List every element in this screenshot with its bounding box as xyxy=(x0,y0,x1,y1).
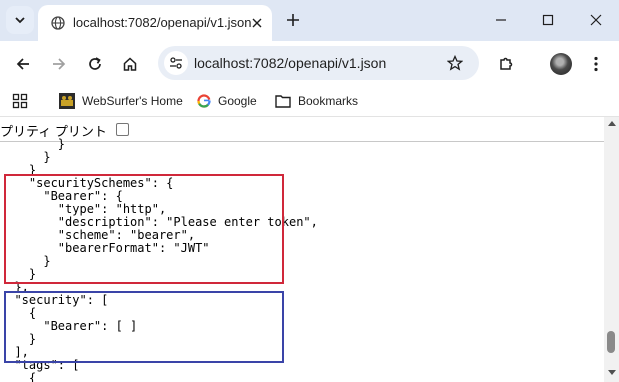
bookmark-google[interactable]: Google xyxy=(197,92,257,110)
chevron-down-icon xyxy=(15,17,25,24)
websurfer-favicon xyxy=(59,93,75,109)
profile-avatar[interactable] xyxy=(550,53,572,75)
bookmarks-bar: WebSurfer's Home Google Bookmarks xyxy=(0,86,619,117)
maximize-icon xyxy=(542,14,554,26)
forward-button[interactable] xyxy=(45,50,73,78)
scroll-down-arrow-icon[interactable] xyxy=(608,370,616,375)
minimize-icon xyxy=(496,19,506,21)
page-content: プリティ プリント } } } "securitySchemes": { "Be… xyxy=(0,117,604,382)
bookmark-label: Bookmarks xyxy=(298,94,359,108)
window-close-button[interactable] xyxy=(585,9,607,31)
bookmark-star-button[interactable] xyxy=(444,52,466,74)
home-icon xyxy=(123,57,137,71)
json-line: } xyxy=(0,150,51,164)
apps-button[interactable] xyxy=(12,92,28,110)
address-bar[interactable]: localhost:7082/openapi/v1.json xyxy=(158,46,479,80)
plus-icon xyxy=(287,14,299,26)
back-button[interactable] xyxy=(9,50,37,78)
home-button[interactable] xyxy=(116,50,144,78)
back-arrow-icon xyxy=(16,58,29,70)
bookmark-folder[interactable]: Bookmarks xyxy=(275,92,358,110)
json-line: { xyxy=(0,371,37,382)
extensions-button[interactable] xyxy=(492,50,520,78)
tab-close-button[interactable] xyxy=(248,14,266,32)
active-tab[interactable]: localhost:7082/openapi/v1.json xyxy=(38,5,272,41)
toolbar: localhost:7082/openapi/v1.json xyxy=(0,41,619,86)
scrollbar-thumb[interactable] xyxy=(607,331,615,353)
bookmark-websurfer-home[interactable]: WebSurfer's Home xyxy=(59,92,183,110)
security-schemes-highlight xyxy=(4,174,284,284)
reload-button[interactable] xyxy=(81,50,109,78)
star-icon xyxy=(447,55,463,71)
site-settings-icon xyxy=(170,57,182,69)
security-highlight xyxy=(4,291,284,363)
kebab-menu-icon xyxy=(594,56,598,72)
site-settings-button[interactable] xyxy=(164,51,188,75)
scroll-up-arrow-icon[interactable] xyxy=(608,121,616,126)
maximize-button[interactable] xyxy=(537,9,559,31)
close-icon xyxy=(252,18,262,28)
pretty-print-checkbox[interactable] xyxy=(116,123,129,136)
forward-arrow-icon xyxy=(53,58,66,70)
apps-grid-icon xyxy=(12,93,28,109)
minimize-button[interactable] xyxy=(490,9,512,31)
vertical-scrollbar[interactable] xyxy=(604,117,619,382)
bookmark-label: WebSurfer's Home xyxy=(82,94,183,108)
folder-icon xyxy=(275,94,291,108)
tab-search-button[interactable] xyxy=(6,6,34,34)
tab-title: localhost:7082/openapi/v1.json xyxy=(73,15,252,30)
close-icon xyxy=(590,14,602,26)
url-text[interactable]: localhost:7082/openapi/v1.json xyxy=(194,55,386,71)
menu-button[interactable] xyxy=(582,50,610,78)
new-tab-button[interactable] xyxy=(283,10,303,30)
extensions-icon xyxy=(500,57,513,70)
globe-icon xyxy=(51,16,65,30)
bookmark-label: Google xyxy=(218,94,257,108)
tab-strip: localhost:7082/openapi/v1.json xyxy=(0,0,619,41)
google-g-icon xyxy=(197,94,211,108)
reload-icon xyxy=(89,57,101,70)
